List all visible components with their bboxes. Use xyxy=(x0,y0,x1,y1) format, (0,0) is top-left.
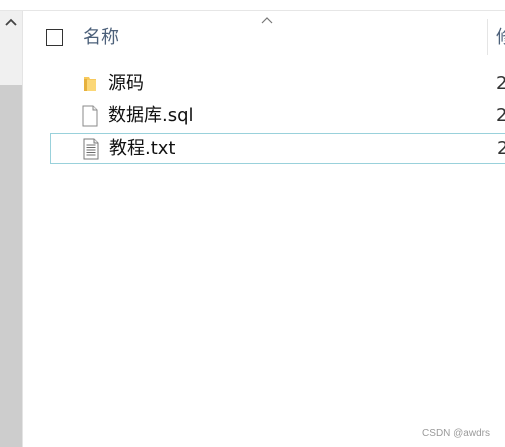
scrollbar-thumb[interactable] xyxy=(0,85,22,447)
chevron-up-icon xyxy=(5,18,17,26)
sort-ascending-icon xyxy=(260,15,274,25)
column-divider[interactable] xyxy=(487,19,488,55)
file-date: 2 xyxy=(496,73,505,94)
folder-icon xyxy=(84,77,96,91)
column-header: 名称 修 xyxy=(23,11,505,66)
watermark: CSDN @awdrs xyxy=(422,428,490,439)
file-name: 源码 xyxy=(108,73,144,94)
file-date: 2 xyxy=(497,138,505,159)
select-all-checkbox[interactable] xyxy=(46,29,63,46)
file-name: 教程.txt xyxy=(109,138,176,159)
top-border xyxy=(0,0,505,11)
blank-file-icon xyxy=(82,105,98,127)
column-header-modified[interactable]: 修 xyxy=(496,27,505,49)
file-row-sql[interactable]: 数据库.sql 2 xyxy=(50,101,505,132)
file-row-txt[interactable]: 教程.txt 2 xyxy=(50,133,505,164)
text-file-icon xyxy=(83,138,99,160)
file-row-source[interactable]: 源码 2 xyxy=(50,69,505,100)
file-explorer-list: 名称 修 源码 2 数据库.sql 2 教程.txt xyxy=(0,0,505,447)
file-name: 数据库.sql xyxy=(108,105,194,126)
file-date: 2 xyxy=(496,105,505,126)
vertical-scrollbar[interactable] xyxy=(0,11,23,447)
scroll-up-button[interactable] xyxy=(0,11,22,33)
column-header-name[interactable]: 名称 xyxy=(83,27,119,49)
